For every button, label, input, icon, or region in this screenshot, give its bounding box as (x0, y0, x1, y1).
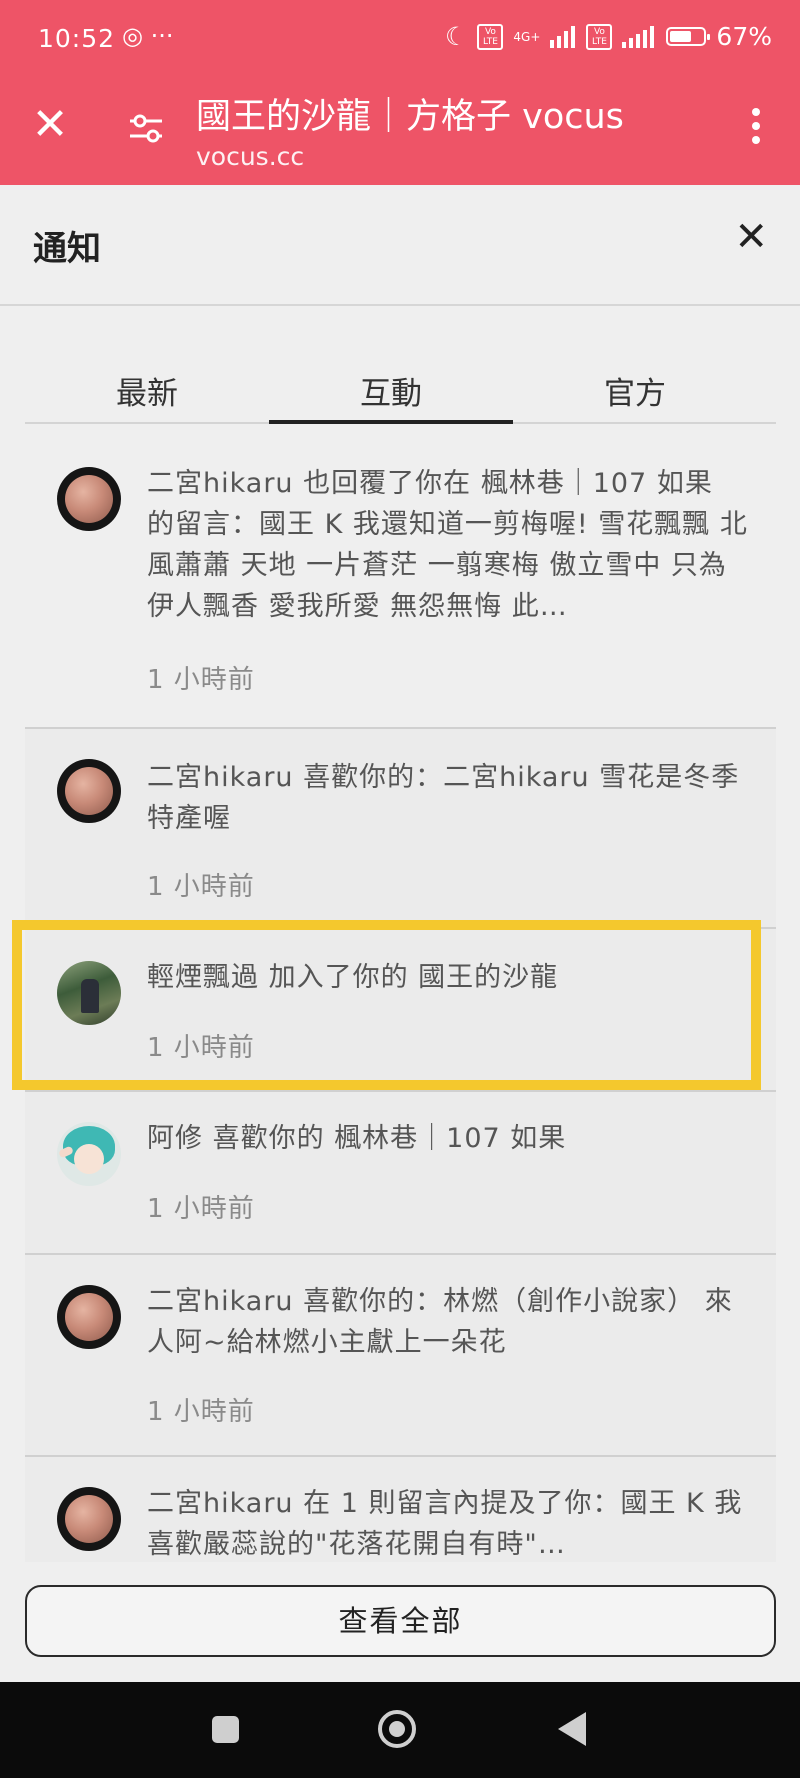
notification-item[interactable]: 二宮hikaru 喜歡你的：林燃（創作小說家） 來人阿~給林燃小主獻上一朵花 1… (25, 1255, 776, 1457)
site-settings-icon[interactable] (128, 110, 164, 146)
page-url[interactable]: vocus.cc (196, 142, 304, 171)
chrome-icon: ◎ (122, 22, 143, 50)
planet-avatar[interactable] (57, 759, 121, 823)
home-icon[interactable] (378, 1710, 416, 1748)
volte-icon: Vo LTE (477, 23, 504, 50)
notification-time: 1 小時前 (147, 872, 255, 902)
notification-time: 1 小時前 (147, 1194, 255, 1224)
status-notification-icons: ◎ ··· (122, 22, 173, 50)
notification-item[interactable]: 阿修 喜歡你的 楓林巷｜107 如果 1 小時前 (25, 1092, 776, 1255)
notification-text: 二宮hikaru 也回覆了你在 楓林巷｜107 如果 的留言：國王 K 我還知道… (147, 468, 748, 622)
notification-text: 二宮hikaru 在 1 則留言內提及了你：國王 K 我喜歡嚴蕊說的"花落花開自… (147, 1488, 743, 1560)
view-all-button[interactable]: 查看全部 (25, 1585, 776, 1657)
close-tab-icon[interactable]: ✕ (30, 103, 70, 147)
panel-title: 通知 (33, 229, 101, 269)
planet-avatar[interactable] (57, 467, 121, 531)
page-title: 國王的沙龍｜方格子 vocus (196, 97, 624, 137)
notification-item-highlighted[interactable]: 輕煙飄過 加入了你的 國王的沙龍 1 小時前 (25, 929, 776, 1092)
recents-icon[interactable] (212, 1716, 239, 1743)
browser-header: 10:52 ◎ ··· ☾ Vo LTE 4G+ Vo LTE 67% ✕ 國王… (0, 0, 800, 185)
notification-tabs: 最新 互動 官方 (25, 360, 776, 424)
back-icon[interactable] (558, 1712, 586, 1746)
anime-avatar[interactable] (57, 1122, 121, 1186)
signal-icon-2 (622, 25, 655, 48)
moon-icon: ☾ (445, 22, 468, 51)
browser-toolbar: ✕ 國王的沙龍｜方格子 vocus vocus.cc (0, 80, 800, 185)
more-dots-icon: ··· (150, 22, 174, 50)
tab-official[interactable]: 官方 (513, 368, 757, 413)
status-system-icons: ☾ Vo LTE 4G+ Vo LTE 67% (445, 22, 772, 51)
notification-text: 二宮hikaru 喜歡你的：二宮hikaru 雪花是冬季特產喔 (147, 762, 740, 834)
signal-icon (550, 25, 576, 48)
notification-item[interactable]: 二宮hikaru 在 1 則留言內提及了你：國王 K 我喜歡嚴蕊說的"花落花開自… (25, 1457, 776, 1562)
close-panel-icon[interactable]: ✕ (734, 217, 768, 257)
battery-percent: 67% (716, 22, 772, 51)
notification-text: 阿修 喜歡你的 楓林巷｜107 如果 (147, 1123, 567, 1154)
photo-avatar[interactable] (57, 961, 121, 1025)
battery-icon (666, 27, 711, 46)
notification-item[interactable]: 二宮hikaru 也回覆了你在 楓林巷｜107 如果 的留言：國王 K 我還知道… (25, 437, 776, 729)
planet-avatar[interactable] (57, 1487, 121, 1551)
more-menu-icon[interactable] (752, 108, 762, 148)
notification-list: 二宮hikaru 也回覆了你在 楓林巷｜107 如果 的留言：國王 K 我還知道… (25, 437, 776, 1562)
system-nav-bar (0, 1682, 800, 1778)
notification-panel-header: 通知 ✕ (0, 185, 800, 306)
planet-avatar[interactable] (57, 1285, 121, 1349)
active-tab-indicator (269, 420, 513, 424)
tab-latest[interactable]: 最新 (25, 368, 269, 413)
notification-time: 1 小時前 (147, 1397, 255, 1427)
network-type-icon: 4G+ (513, 29, 541, 44)
notification-text: 輕煙飄過 加入了你的 國王的沙龍 (147, 962, 559, 993)
status-time: 10:52 (38, 24, 116, 53)
notification-item[interactable]: 二宮hikaru 喜歡你的：二宮hikaru 雪花是冬季特產喔 1 小時前 (25, 729, 776, 929)
notification-text: 二宮hikaru 喜歡你的：林燃（創作小說家） 來人阿~給林燃小主獻上一朵花 (147, 1286, 733, 1358)
status-bar: 10:52 ◎ ··· ☾ Vo LTE 4G+ Vo LTE 67% (0, 0, 800, 80)
volte-icon-2: Vo LTE (586, 23, 613, 50)
notification-time: 1 小時前 (147, 665, 255, 695)
notification-time: 1 小時前 (147, 1033, 255, 1063)
battery-level (670, 31, 692, 42)
tab-interactions[interactable]: 互動 (269, 368, 513, 413)
